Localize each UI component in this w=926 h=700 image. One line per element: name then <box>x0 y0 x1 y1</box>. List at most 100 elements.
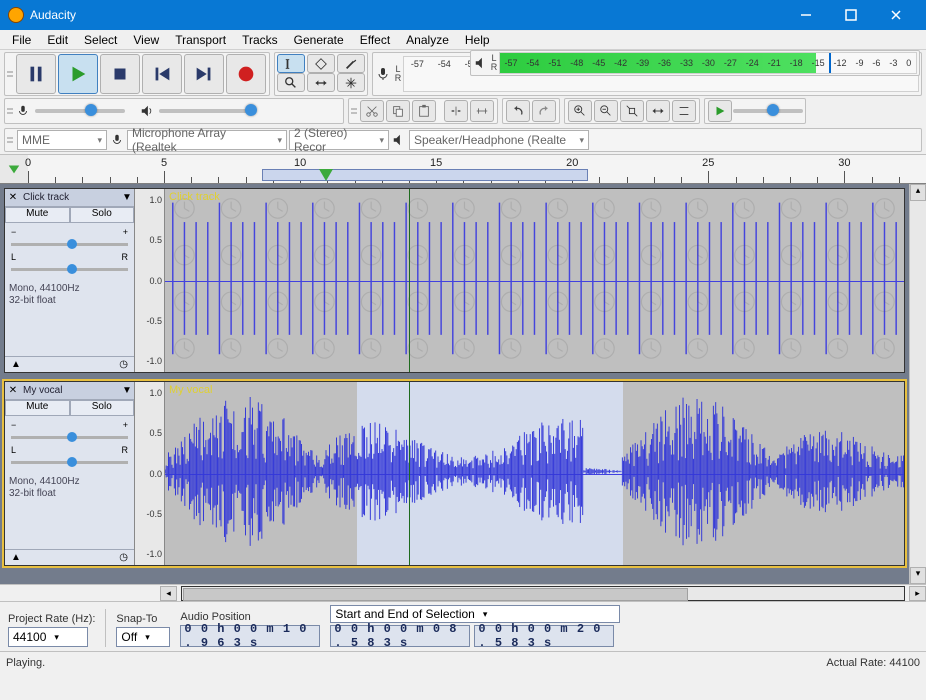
play-cursor <box>409 382 410 565</box>
zoom-tool[interactable] <box>277 73 305 92</box>
track-name[interactable]: Click track <box>21 192 120 203</box>
menu-generate[interactable]: Generate <box>286 31 352 49</box>
window-title: Audacity <box>30 8 783 22</box>
track-clock-icon[interactable]: ◷ <box>119 552 128 563</box>
track-control-panel[interactable]: ✕ Click track ▼ Mute Solo −+ LR Mono, 44… <box>5 189 135 372</box>
playback-volume-slider[interactable] <box>159 109 249 113</box>
pause-button[interactable] <box>16 54 56 94</box>
zoom-in-button[interactable] <box>568 100 592 122</box>
stop-button[interactable] <box>100 54 140 94</box>
scroll-down-button[interactable]: ▾ <box>910 567 926 584</box>
play-at-speed-button[interactable] <box>708 100 732 122</box>
track-name[interactable]: My vocal <box>21 385 120 396</box>
multi-tool[interactable] <box>337 73 365 92</box>
toolbar-grip[interactable] <box>7 55 13 93</box>
paste-button[interactable] <box>412 100 436 122</box>
timeline-ruler[interactable]: 051015202530 <box>28 155 926 183</box>
collapse-button[interactable]: ▲ <box>11 552 21 563</box>
collapse-button[interactable]: ▲ <box>11 359 21 370</box>
toolbar-grip[interactable] <box>351 101 357 121</box>
scroll-left-button[interactable]: ◂ <box>160 586 177 601</box>
close-button[interactable] <box>873 0 918 30</box>
cut-button[interactable] <box>360 100 384 122</box>
record-button[interactable] <box>226 54 266 94</box>
skip-start-button[interactable] <box>142 54 182 94</box>
zoom-out-button[interactable] <box>594 100 618 122</box>
selection-tool[interactable] <box>277 54 305 73</box>
track-menu-button[interactable]: ▼ <box>120 192 134 203</box>
skip-end-button[interactable] <box>184 54 224 94</box>
speaker-icon[interactable] <box>473 55 489 71</box>
solo-button[interactable]: Solo <box>70 400 135 416</box>
menu-transport[interactable]: Transport <box>167 31 234 49</box>
track-format-info: Mono, 44100Hz32-bit float <box>5 474 134 502</box>
toolbar-grip[interactable] <box>7 101 13 121</box>
silence-button[interactable] <box>470 100 494 122</box>
zoom-toggle-button[interactable] <box>672 100 696 122</box>
menu-select[interactable]: Select <box>76 31 125 49</box>
track-control-panel[interactable]: ✕ My vocal ▼ Mute Solo −+ LR Mono, 44100… <box>5 382 135 565</box>
minimize-button[interactable] <box>783 0 828 30</box>
toolbar-area: LR -57-54-51-48-45-42-39-36-33-30-27-24-… <box>0 50 926 154</box>
pan-r-label: R <box>122 252 129 262</box>
menu-analyze[interactable]: Analyze <box>398 31 457 49</box>
track-clock-icon[interactable]: ◷ <box>119 359 128 370</box>
vertical-scale[interactable]: 1.0 0.5 0.0 -0.5 -1.0 <box>135 382 165 565</box>
envelope-tool[interactable] <box>307 54 335 73</box>
solo-button[interactable]: Solo <box>70 207 135 223</box>
audio-position-input[interactable]: 0 0 h 0 0 m 1 0 . 9 6 3 s <box>180 625 320 647</box>
pan-slider[interactable] <box>11 461 128 464</box>
play-button[interactable] <box>58 54 98 94</box>
horizontal-scrollbar[interactable]: ◂ ▸ <box>0 584 926 601</box>
scrollbar-thumb[interactable] <box>183 588 688 601</box>
playback-device-combo[interactable]: Speaker/Headphone (Realte <box>409 130 589 150</box>
scrollbar-track[interactable] <box>181 586 905 601</box>
pinned-play-head-button[interactable] <box>0 155 28 183</box>
menu-edit[interactable]: Edit <box>39 31 76 49</box>
pan-slider[interactable] <box>11 268 128 271</box>
scroll-right-button[interactable]: ▸ <box>909 586 926 601</box>
menu-file[interactable]: File <box>4 31 39 49</box>
toolbar-grip[interactable] <box>7 131 13 149</box>
menu-tracks[interactable]: Tracks <box>234 31 286 49</box>
maximize-button[interactable] <box>828 0 873 30</box>
track-menu-button[interactable]: ▼ <box>120 385 134 396</box>
waveform-click-track[interactable]: Click track <box>165 189 904 372</box>
recording-channels-combo[interactable]: 2 (Stereo) Recor <box>289 130 389 150</box>
playback-meter[interactable]: -57-54-51-48-45-42-39-36-33-30-27-24-21-… <box>499 52 917 74</box>
selection-end-input[interactable]: 0 0 h 0 0 m 2 0 . 5 8 3 s <box>474 625 614 647</box>
speaker-icon <box>139 103 155 119</box>
gain-slider[interactable] <box>11 243 128 246</box>
mic-icon[interactable] <box>375 66 391 82</box>
vertical-scrollbar[interactable]: ▴ ▾ <box>909 184 926 584</box>
selection-start-input[interactable]: 0 0 h 0 0 m 0 8 . 5 8 3 s <box>330 625 470 647</box>
menu-view[interactable]: View <box>125 31 167 49</box>
redo-button[interactable] <box>532 100 556 122</box>
recording-device-combo[interactable]: Microphone Array (Realtek <box>127 130 287 150</box>
mute-button[interactable]: Mute <box>5 207 70 223</box>
waveform-my-vocal[interactable]: My vocal <box>165 382 904 565</box>
track-close-button[interactable]: ✕ <box>5 385 21 396</box>
project-rate-combo[interactable]: 44100 <box>8 627 88 647</box>
undo-button[interactable] <box>506 100 530 122</box>
fit-project-button[interactable] <box>646 100 670 122</box>
snap-to-combo[interactable]: Off <box>116 627 170 647</box>
scroll-up-button[interactable]: ▴ <box>910 184 926 201</box>
copy-button[interactable] <box>386 100 410 122</box>
gain-slider[interactable] <box>11 436 128 439</box>
audio-host-combo[interactable]: MME <box>17 130 107 150</box>
fit-selection-button[interactable] <box>620 100 644 122</box>
draw-tool[interactable] <box>337 54 365 73</box>
waveform-svg <box>165 382 904 562</box>
menu-effect[interactable]: Effect <box>352 31 398 49</box>
playback-speed-slider[interactable] <box>733 109 803 113</box>
playback-meter-toolbar: LR -57-54-51-48-45-42-39-36-33-30-27-24-… <box>470 50 920 76</box>
track-close-button[interactable]: ✕ <box>5 192 21 203</box>
timeshift-tool[interactable] <box>307 73 335 92</box>
selection-type-combo[interactable]: Start and End of Selection <box>330 605 620 623</box>
menu-help[interactable]: Help <box>457 31 498 49</box>
recording-volume-slider[interactable] <box>35 109 125 113</box>
mute-button[interactable]: Mute <box>5 400 70 416</box>
vertical-scale[interactable]: 1.0 0.5 0.0 -0.5 -1.0 <box>135 189 165 372</box>
trim-button[interactable] <box>444 100 468 122</box>
